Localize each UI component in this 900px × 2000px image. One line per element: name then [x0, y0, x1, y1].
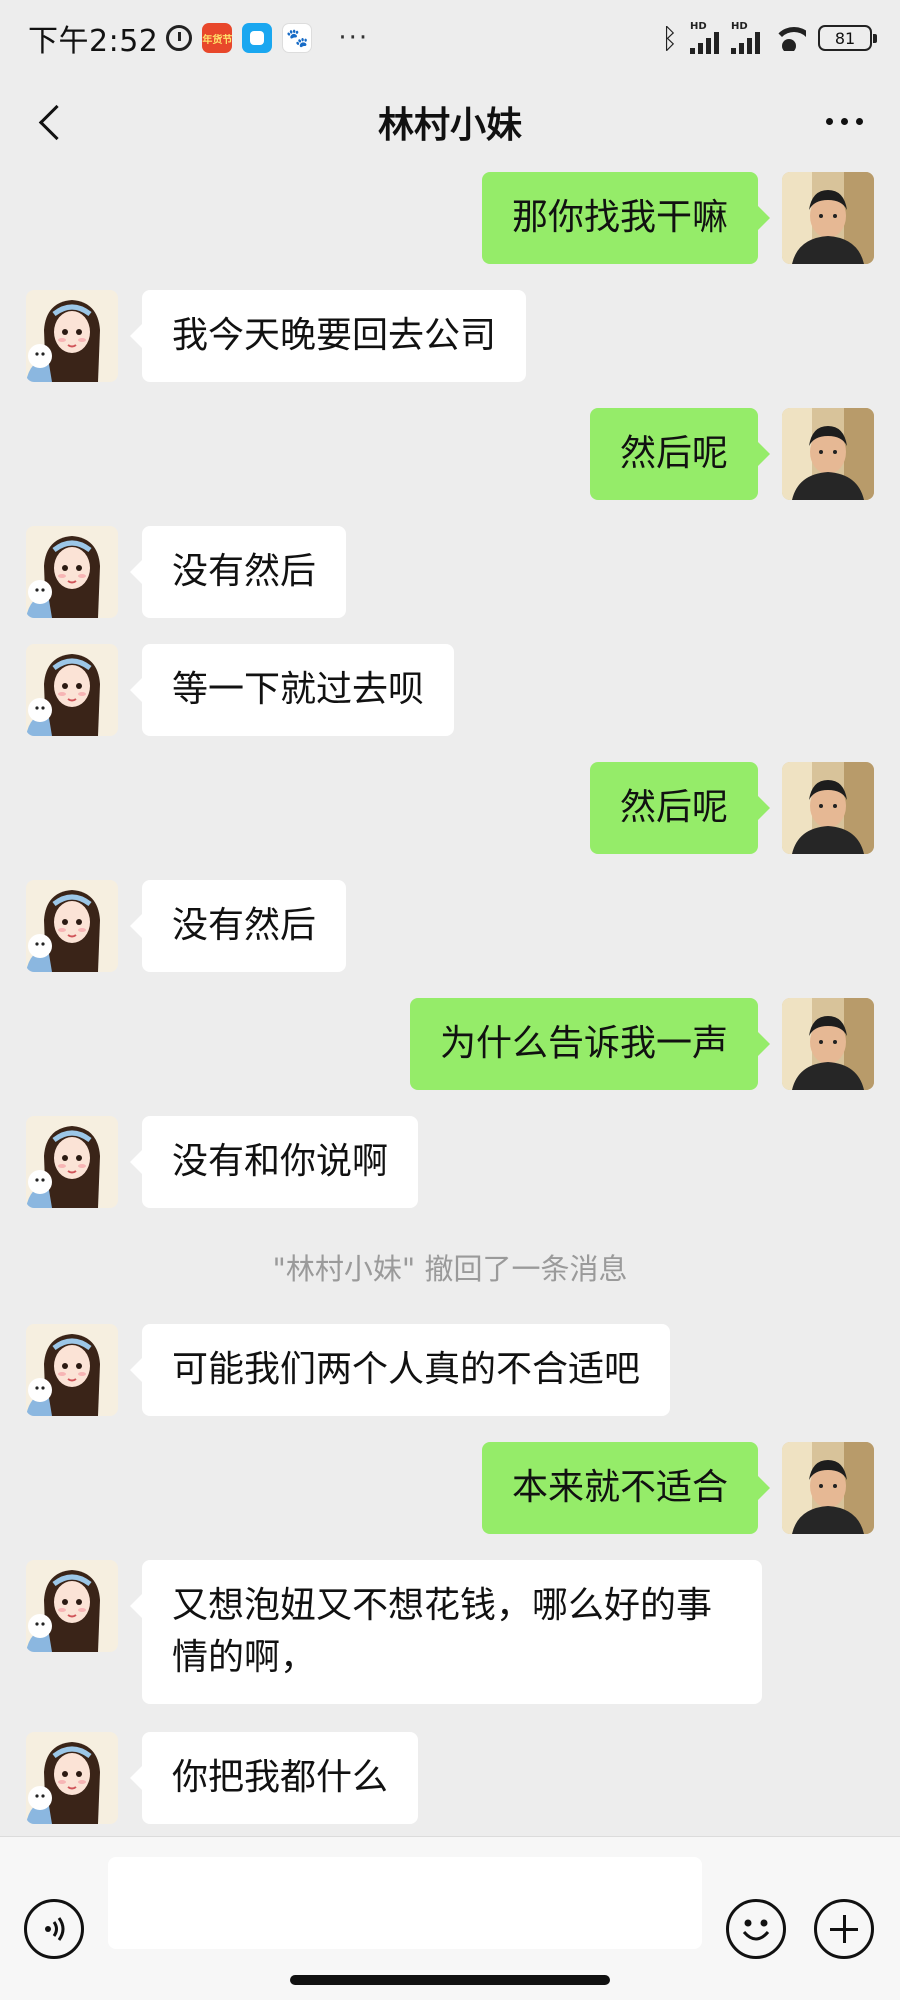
- status-right-icons: ᛒ HD HD 81: [661, 21, 877, 55]
- message-bubble[interactable]: 没有然后: [129, 526, 347, 618]
- sent-message[interactable]: 为什么告诉我一声: [409, 998, 874, 1090]
- message-bubble[interactable]: 等一下就过去呗: [129, 644, 455, 736]
- emoji-icon[interactable]: [726, 1899, 786, 1959]
- contact-avatar[interactable]: [26, 644, 118, 736]
- message-bubble[interactable]: 我今天晚要回去公司: [129, 290, 527, 382]
- shopping-app-icon: 年货节: [202, 23, 233, 53]
- status-bar: 下午2:52 年货节 🐾 ··· ᛒ HD HD 81: [0, 0, 900, 76]
- more-options-icon[interactable]: [814, 106, 874, 136]
- sent-message[interactable]: 本来就不适合: [481, 1442, 874, 1534]
- message-input[interactable]: [108, 1857, 702, 1949]
- chat-message-list[interactable]: 那你找我干嘛 我今天晚要回去公司 然后呢 没有然后 等一下就过去呗 然后呢 没有然后 为什么告…: [0, 168, 900, 1836]
- battery-icon: 81: [818, 25, 877, 51]
- message-bubble[interactable]: 为什么告诉我一声: [409, 998, 771, 1090]
- voice-icon[interactable]: [24, 1899, 84, 1959]
- contact-avatar[interactable]: [26, 1560, 118, 1652]
- message-bubble[interactable]: 可能我们两个人真的不合适吧: [129, 1324, 671, 1416]
- signal-icon: HD: [690, 22, 719, 54]
- received-message[interactable]: 等一下就过去呗: [26, 644, 455, 736]
- message-bubble[interactable]: 然后呢: [589, 408, 771, 500]
- signal-icon: HD: [731, 22, 760, 54]
- more-notifications-icon: ···: [338, 23, 370, 53]
- received-message[interactable]: 可能我们两个人真的不合适吧: [26, 1324, 671, 1416]
- chat-title: 林村小妹: [377, 105, 522, 146]
- message-bubble[interactable]: 没有然后: [129, 880, 347, 972]
- status-left-icons: 年货节 🐾 ···: [166, 23, 369, 53]
- back-chevron-icon[interactable]: [30, 100, 74, 144]
- my-avatar[interactable]: [782, 998, 874, 1090]
- contact-avatar[interactable]: [26, 526, 118, 618]
- received-message[interactable]: 又想泡妞又不想花钱，哪么好的事情的啊，: [26, 1560, 762, 1704]
- message-bubble[interactable]: 本来就不适合: [481, 1442, 771, 1534]
- bluetooth-icon: ᛒ: [661, 21, 678, 55]
- hd-label: HD: [690, 21, 707, 32]
- received-message[interactable]: 我今天晚要回去公司: [26, 290, 527, 382]
- my-avatar[interactable]: [782, 408, 874, 500]
- message-bubble[interactable]: 没有和你说啊: [129, 1116, 419, 1208]
- plus-icon[interactable]: [814, 1899, 874, 1959]
- sent-message[interactable]: 然后呢: [589, 762, 874, 854]
- sent-message[interactable]: 然后呢: [589, 408, 874, 500]
- message-bubble[interactable]: 那你找我干嘛: [481, 172, 771, 264]
- alarm-icon: [166, 25, 193, 51]
- contact-avatar[interactable]: [26, 1732, 118, 1824]
- contact-avatar[interactable]: [26, 880, 118, 972]
- my-avatar[interactable]: [782, 762, 874, 854]
- status-time: 下午2:52: [28, 24, 159, 59]
- my-avatar[interactable]: [782, 172, 874, 264]
- received-message[interactable]: 没有然后: [26, 526, 347, 618]
- chat-header: 林村小妹: [0, 76, 900, 168]
- received-message[interactable]: 没有和你说啊: [26, 1116, 419, 1208]
- message-bubble[interactable]: 然后呢: [589, 762, 771, 854]
- contact-avatar[interactable]: [26, 1116, 118, 1208]
- message-bubble[interactable]: 又想泡妞又不想花钱，哪么好的事情的啊，: [130, 1560, 762, 1704]
- recall-notice: "林村小妹" 撤回了一条消息: [272, 1252, 628, 1286]
- contact-avatar[interactable]: [26, 1324, 118, 1416]
- messenger-app-icon: [242, 23, 273, 53]
- sent-message[interactable]: 那你找我干嘛: [481, 172, 874, 264]
- wifi-icon: [772, 25, 806, 51]
- message-bubble[interactable]: 你把我都什么: [129, 1732, 419, 1824]
- received-message[interactable]: 你把我都什么: [26, 1732, 419, 1824]
- received-message[interactable]: 没有然后: [26, 880, 347, 972]
- home-indicator[interactable]: [290, 1975, 610, 1985]
- hd-label: HD: [731, 21, 748, 32]
- my-avatar[interactable]: [782, 1442, 874, 1534]
- contact-avatar[interactable]: [26, 290, 118, 382]
- baidu-app-icon: 🐾: [282, 23, 313, 53]
